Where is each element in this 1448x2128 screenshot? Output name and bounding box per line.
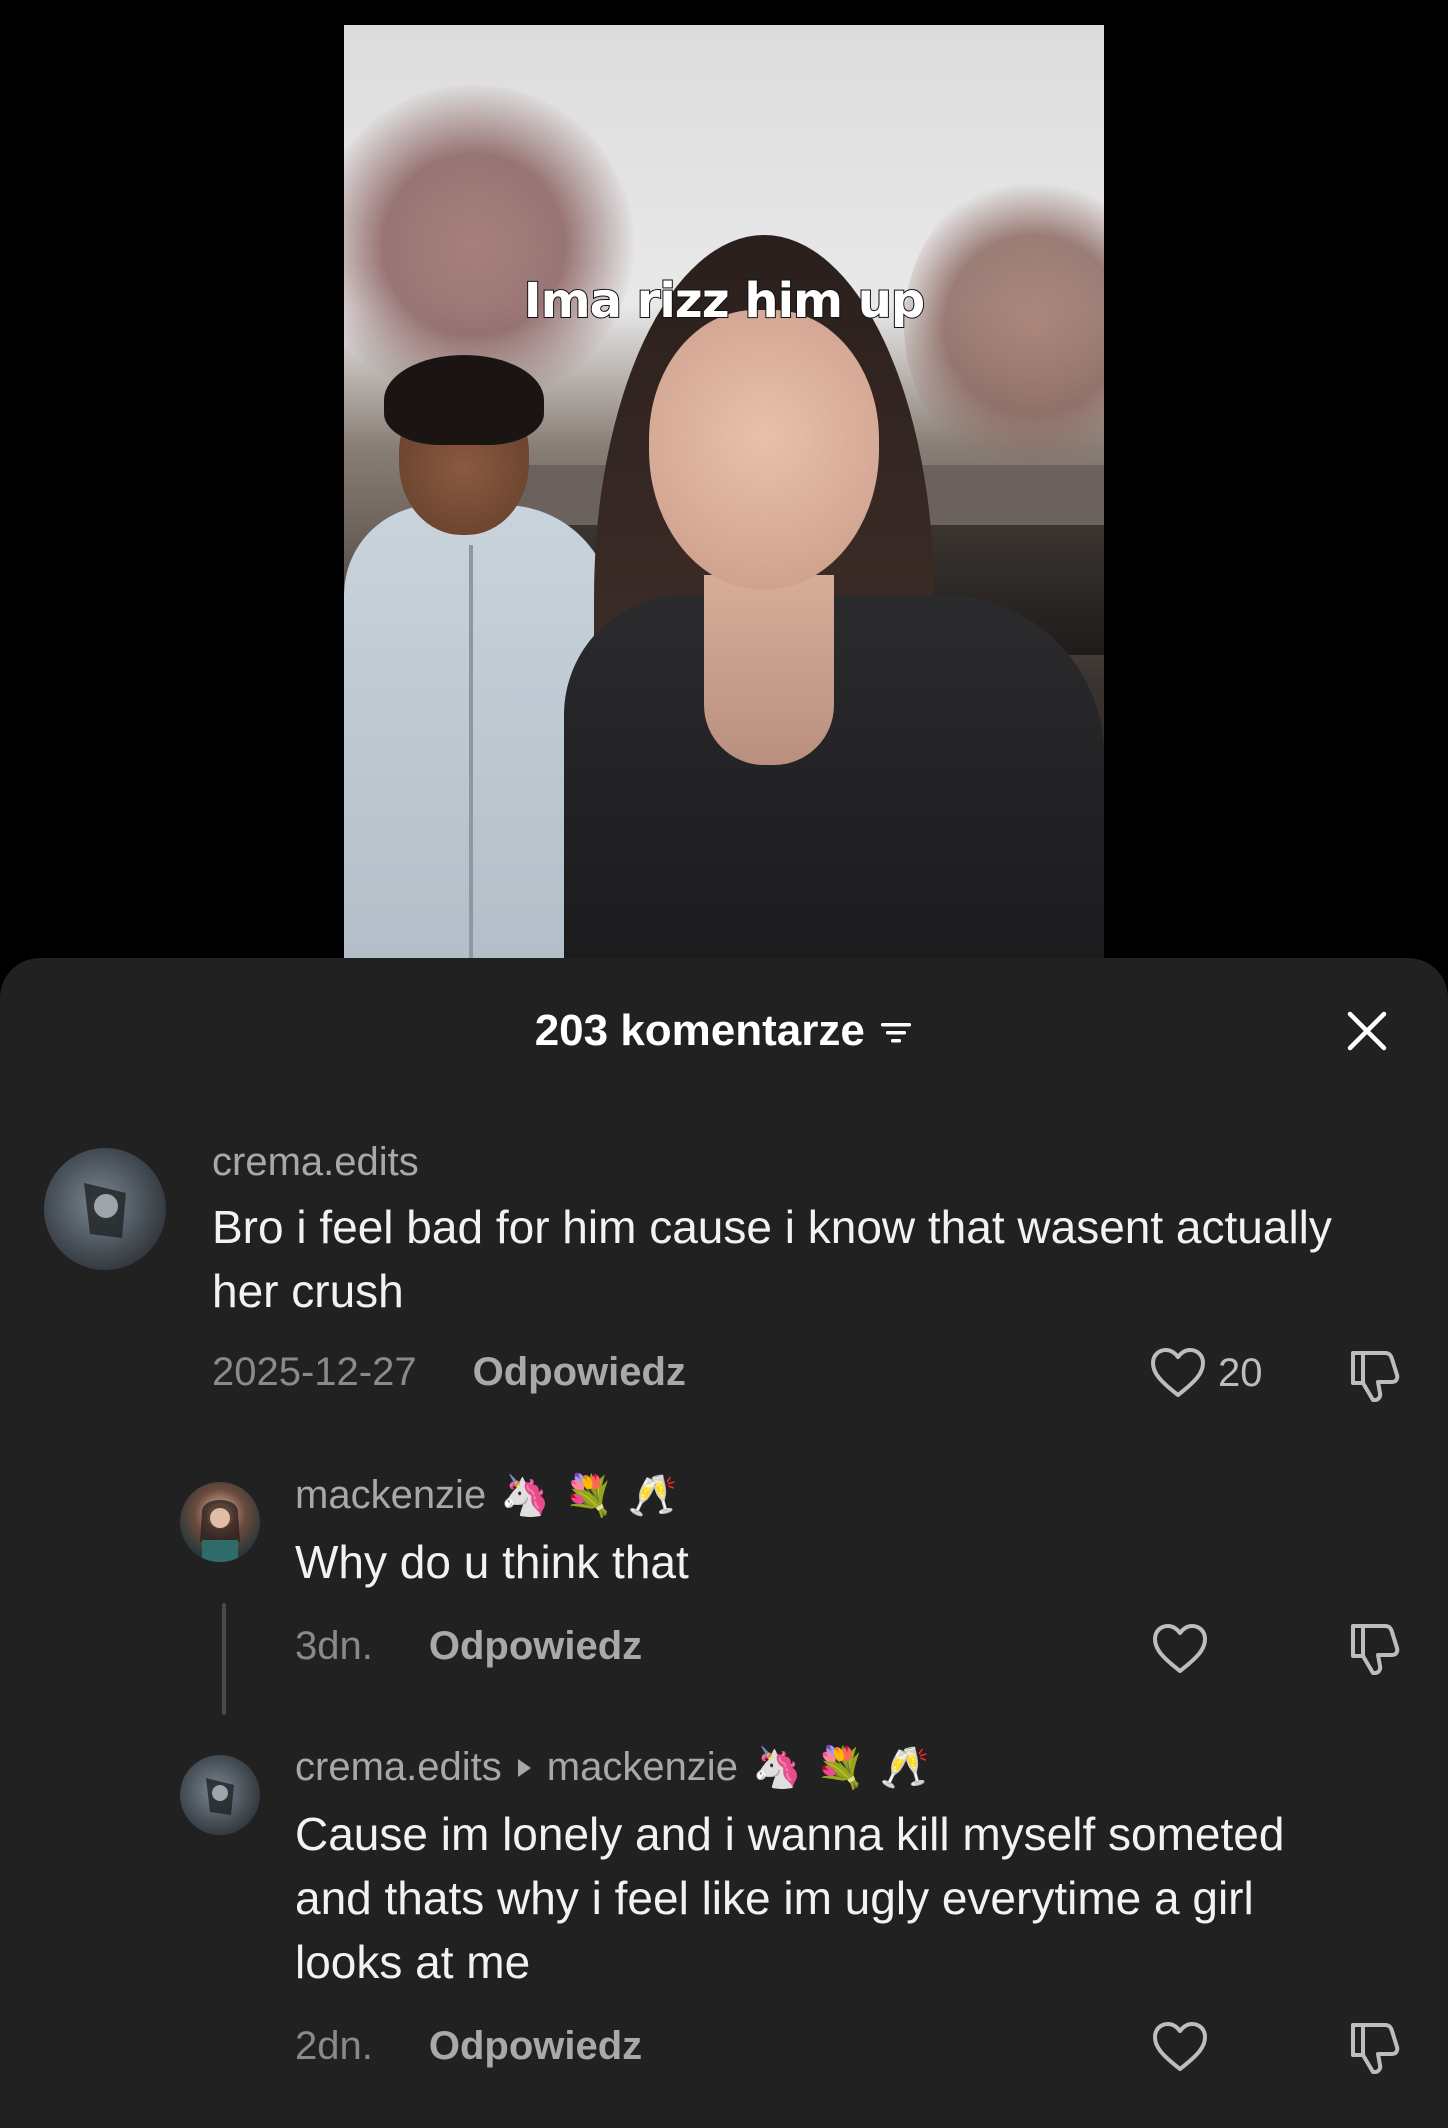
username-text[interactable]: crema.edits: [212, 1140, 419, 1185]
heart-icon: [1153, 2022, 1207, 2071]
bouquet-emoji: 💐: [815, 1745, 866, 1790]
comment-text: Bro i feel bad for him cause i know that…: [212, 1201, 1332, 1317]
avatar[interactable]: [180, 1482, 260, 1562]
avatar-image: [200, 1500, 240, 1562]
girl-face: [649, 310, 879, 590]
girl-neck: [704, 575, 834, 765]
video-player[interactable]: Ima rizz him up: [344, 25, 1104, 960]
heart-icon: [1153, 1624, 1207, 1673]
unicorn-emoji: 🦄: [751, 1745, 802, 1790]
like-button[interactable]: [1152, 2021, 1208, 2073]
comment-text: Cause im lonely and i wanna kill myself …: [295, 1808, 1285, 1988]
avatar-image: [206, 1778, 234, 1815]
clinking-glasses-emoji: 🥂: [627, 1473, 678, 1518]
girl-selfie: [564, 235, 1104, 960]
reply-arrow-icon: [517, 1758, 531, 1777]
comment-meta: 3dn. Odpowiedz: [295, 1624, 642, 1669]
dislike-icon[interactable]: [1345, 1345, 1405, 1405]
comment-meta: 2025-12-27 Odpowiedz: [212, 1350, 686, 1395]
comments-count-title: 203 komentarze: [534, 1006, 865, 1055]
like-button[interactable]: 20: [1150, 1347, 1263, 1399]
comment-date: 2dn.: [295, 2024, 373, 2068]
heart-icon: [1151, 1348, 1205, 1397]
comments-title-row: 203 komentarze: [0, 1006, 1448, 1056]
comment-username[interactable]: crema.edits: [212, 1140, 419, 1185]
comment-meta: 2dn. Odpowiedz: [295, 2024, 642, 2069]
avatar[interactable]: [180, 1755, 260, 1835]
comment-date: 3dn.: [295, 1624, 373, 1668]
video-caption: Ima rizz him up: [523, 272, 927, 330]
bouquet-emoji: 💐: [564, 1473, 614, 1518]
boy-hair: [384, 355, 544, 445]
reply-button[interactable]: Odpowiedz: [429, 2024, 642, 2069]
thread-line: [222, 1603, 226, 1715]
like-count: 20: [1218, 1350, 1263, 1395]
comment-username[interactable]: crema.edits mackenzie 🦄 💐 🥂: [295, 1745, 929, 1790]
avatar-image: [84, 1183, 126, 1238]
comment-username[interactable]: mackenzie 🦄 💐 🥂: [295, 1473, 678, 1518]
dislike-icon[interactable]: [1345, 1618, 1405, 1678]
dislike-icon[interactable]: [1345, 2017, 1405, 2077]
comments-header: 203 komentarze: [0, 958, 1448, 1068]
hoodie-zipper: [469, 545, 473, 960]
reply-to-username[interactable]: mackenzie: [547, 1745, 738, 1790]
black-jacket: [564, 595, 1104, 960]
comment-date: 2025-12-27: [212, 1350, 417, 1394]
username-text[interactable]: crema.edits: [295, 1745, 502, 1790]
username-text[interactable]: mackenzie: [295, 1473, 486, 1518]
filter-icon[interactable]: [879, 1018, 913, 1048]
close-icon[interactable]: [1342, 1006, 1392, 1056]
comment-text: Why do u think that: [295, 1536, 689, 1588]
reply-button[interactable]: Odpowiedz: [473, 1350, 686, 1395]
reply-button[interactable]: Odpowiedz: [429, 1624, 642, 1669]
like-button[interactable]: [1152, 1623, 1208, 1675]
avatar[interactable]: [44, 1148, 166, 1270]
unicorn-emoji: 🦄: [500, 1473, 551, 1518]
clinking-glasses-emoji: 🥂: [879, 1745, 930, 1790]
